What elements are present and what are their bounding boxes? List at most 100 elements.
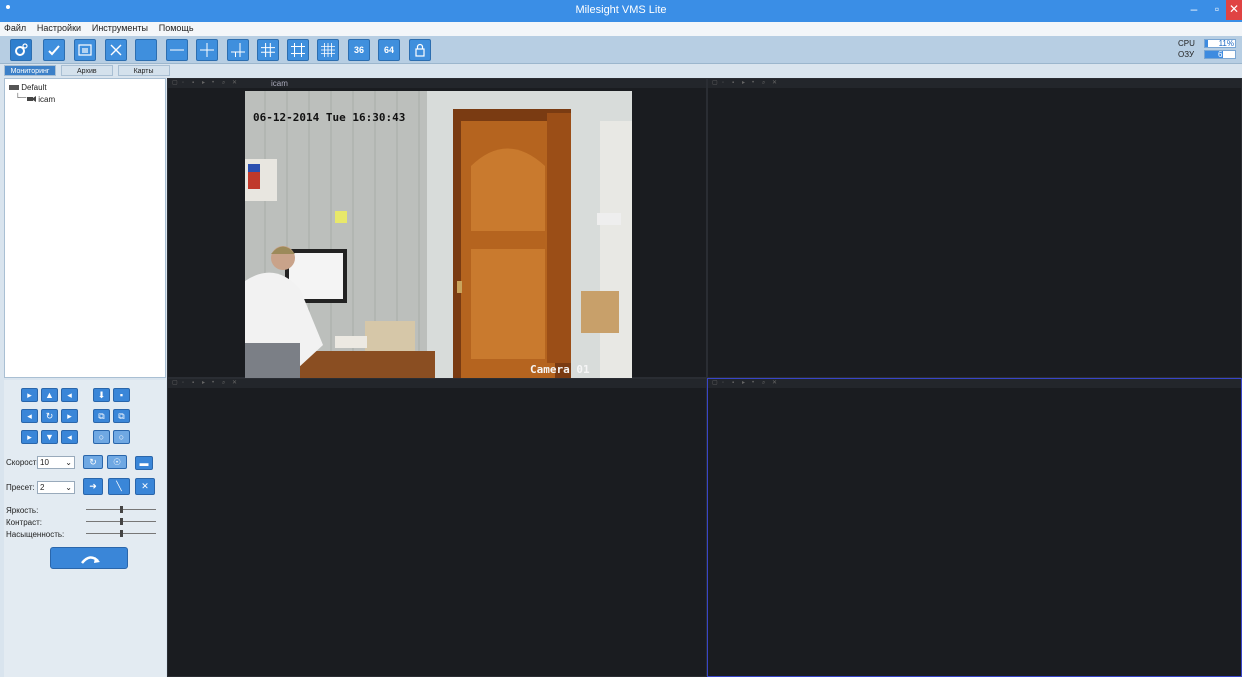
tab-archive[interactable]: Архив xyxy=(60,65,113,76)
preset-set-button[interactable]: ╲ xyxy=(108,478,130,495)
video-cell-4[interactable]: ▢ ◦ ▪ ▸ • ⌕ ✕ xyxy=(707,378,1242,677)
layout-6-button[interactable] xyxy=(227,39,249,61)
menu-tools[interactable]: Инструменты xyxy=(88,22,152,34)
snapshot-icon[interactable]: ▢ xyxy=(712,80,718,86)
lock-button[interactable] xyxy=(409,39,431,61)
close-icon[interactable]: ✕ xyxy=(232,380,238,386)
snapshot-icon[interactable]: ▢ xyxy=(172,380,178,386)
snapshot-icon[interactable]: ▢ xyxy=(172,80,178,86)
ptz-auto-button[interactable]: ↻ xyxy=(41,409,58,423)
play-icon[interactable]: ▸ xyxy=(742,380,748,386)
brightness-label: Яркость: xyxy=(6,506,39,515)
record-icon[interactable]: ▪ xyxy=(732,80,738,86)
audio-icon[interactable]: ◦ xyxy=(722,80,728,86)
zoom-icon[interactable]: ⌕ xyxy=(222,380,228,386)
ptz-left-button[interactable]: ◂ xyxy=(21,409,38,423)
settings-gear-button[interactable] xyxy=(10,39,32,61)
preset-goto-button[interactable]: ➜ xyxy=(83,478,103,495)
left-panel-tabs: Мониторинг Архив Карты xyxy=(4,65,172,77)
contrast-slider[interactable] xyxy=(86,518,156,526)
layout-64-button[interactable]: 64 xyxy=(378,39,400,61)
dot-icon[interactable]: • xyxy=(212,80,218,86)
menu-file[interactable]: Файл xyxy=(0,22,30,34)
audio-icon[interactable]: ◦ xyxy=(722,380,728,386)
saturation-slider[interactable] xyxy=(86,530,156,538)
cell-toolbar: ▢ ◦ ▪ ▸ • ⌕ ✕ xyxy=(708,379,1241,388)
close-icon[interactable]: ✕ xyxy=(772,80,778,86)
tab-monitoring[interactable]: Мониторинг xyxy=(4,65,56,76)
fullscreen-button[interactable] xyxy=(105,39,127,61)
layout-16-icon xyxy=(321,43,335,57)
cpu-value: 11% xyxy=(1218,39,1234,48)
light-button[interactable]: ▬ xyxy=(135,456,153,470)
audio-icon[interactable]: ◦ xyxy=(182,80,188,86)
layout-9-button[interactable] xyxy=(257,39,279,61)
tab-maps[interactable]: Карты xyxy=(117,65,170,76)
patrol-button[interactable]: ↻ xyxy=(83,455,103,469)
cell-toolbar: ▢ ◦ ▪ ▸ • ⌕ ✕ xyxy=(708,79,1241,88)
audio-icon[interactable]: ◦ xyxy=(182,380,188,386)
preset-select[interactable]: 2 ⌄ xyxy=(37,481,75,494)
speed-select[interactable]: 10 ⌄ xyxy=(37,456,75,469)
layout-13-button[interactable] xyxy=(287,39,309,61)
ptz-down-button[interactable]: ▼ xyxy=(41,430,58,444)
iris-close-button[interactable]: ○ xyxy=(113,430,130,444)
gear-icon xyxy=(15,43,28,56)
layout-36-button[interactable]: 36 xyxy=(348,39,370,61)
dot-icon[interactable]: • xyxy=(752,380,758,386)
slider-thumb[interactable] xyxy=(119,518,123,525)
play-icon[interactable]: ▸ xyxy=(202,380,208,386)
focus-far-button[interactable]: ⧉ xyxy=(113,409,130,423)
cell-toolbar: ▢ ◦ ▪ ▸ • ⌕ ✕ icam xyxy=(168,79,706,88)
tree-node-icam[interactable]: icam xyxy=(27,95,55,104)
slider-thumb[interactable] xyxy=(119,530,123,537)
slider-thumb[interactable] xyxy=(119,506,123,513)
ptz-down-left-button[interactable]: ▸ xyxy=(21,430,38,444)
brightness-slider[interactable] xyxy=(86,506,156,514)
zoom-icon[interactable]: ⌕ xyxy=(762,80,768,86)
wiper-button[interactable]: ☉ xyxy=(107,455,127,469)
play-icon[interactable]: ▸ xyxy=(742,80,748,86)
close-icon[interactable]: ✕ xyxy=(232,80,238,86)
zoom-icon[interactable]: ⌕ xyxy=(222,80,228,86)
ptz-down-right-button[interactable]: ◂ xyxy=(61,430,78,444)
snapshot-button[interactable] xyxy=(74,39,96,61)
video-cell-3[interactable]: ▢ ◦ ▪ ▸ • ⌕ ✕ xyxy=(167,378,707,677)
title-bar: Milesight VMS Lite – ▫ ✕ xyxy=(0,0,1242,22)
video-cell-1[interactable]: ▢ ◦ ▪ ▸ • ⌕ ✕ icam 06-12-2014 Tue 16:30:… xyxy=(167,78,707,380)
video-cell-2[interactable]: ▢ ◦ ▪ ▸ • ⌕ ✕ xyxy=(707,78,1242,378)
layout-1-button[interactable] xyxy=(135,39,157,61)
image-icon xyxy=(78,44,92,56)
record-icon[interactable]: ▪ xyxy=(192,80,198,86)
preset-delete-button[interactable]: ✕ xyxy=(135,478,155,495)
menu-help[interactable]: Помощь xyxy=(155,22,198,34)
ptz-up-left-button[interactable]: ▸ xyxy=(21,388,38,402)
layout-4-button[interactable] xyxy=(196,39,218,61)
tree-node-default[interactable]: Default xyxy=(9,83,47,92)
ptz-up-right-button[interactable]: ◂ xyxy=(61,388,78,402)
zoom-out-button[interactable]: ▪ xyxy=(113,388,130,402)
play-icon[interactable]: ▸ xyxy=(202,80,208,86)
minimize-button[interactable]: – xyxy=(1182,0,1206,20)
close-icon[interactable]: ✕ xyxy=(772,380,778,386)
ptz-right-button[interactable]: ▸ xyxy=(61,409,78,423)
record-icon[interactable]: ▪ xyxy=(192,380,198,386)
checkmark-button[interactable] xyxy=(43,39,65,61)
layout-split-button[interactable] xyxy=(166,39,188,61)
layout-16-button[interactable] xyxy=(317,39,339,61)
dot-icon[interactable]: • xyxy=(752,80,758,86)
ptz-up-button[interactable]: ▲ xyxy=(41,388,58,402)
snapshot-icon[interactable]: ▢ xyxy=(712,380,718,386)
close-button[interactable]: ✕ xyxy=(1226,0,1242,20)
camera-name: icam xyxy=(271,79,288,88)
record-icon[interactable]: ▪ xyxy=(732,380,738,386)
zoom-icon[interactable]: ⌕ xyxy=(762,380,768,386)
iris-open-button[interactable]: ○ xyxy=(93,430,110,444)
dot-icon[interactable]: • xyxy=(212,380,218,386)
reset-image-button[interactable] xyxy=(50,547,128,569)
focus-near-button[interactable]: ⧉ xyxy=(93,409,110,423)
menu-settings[interactable]: Настройки xyxy=(33,22,85,34)
contrast-label: Контраст: xyxy=(6,518,42,527)
ram-value: 61% xyxy=(1217,50,1234,59)
zoom-in-button[interactable]: ⬇ xyxy=(93,388,110,402)
